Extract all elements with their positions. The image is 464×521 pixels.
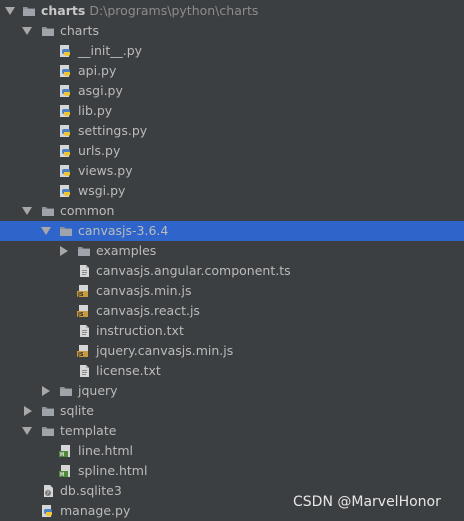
tree-row-file[interactable]: license.txt [0, 361, 464, 381]
folder-label: common [60, 203, 115, 218]
folder-icon [41, 424, 55, 438]
folder-icon [41, 204, 55, 218]
tree-row-file[interactable]: canvasjs.angular.component.ts [0, 261, 464, 281]
file-label: jquery.canvasjs.min.js [96, 343, 234, 358]
file-label: __init__.py [78, 43, 143, 58]
tree-row-canvasjs-folder[interactable]: canvasjs-3.6.4 [0, 221, 464, 241]
tree-row-common-folder[interactable]: common [0, 201, 464, 221]
python-file-icon [59, 124, 73, 138]
tree-row-sqlite-folder[interactable]: sqlite [0, 401, 464, 421]
folder-label: jquery [78, 383, 118, 398]
file-label: db.sqlite3 [60, 483, 122, 498]
chevron-down-icon[interactable] [5, 7, 15, 15]
chevron-down-icon[interactable] [22, 427, 32, 435]
python-file-icon [59, 44, 73, 58]
python-file-icon [59, 184, 73, 198]
tree-row-file[interactable]: settings.py [0, 121, 464, 141]
tree-row-charts-folder[interactable]: charts [0, 21, 464, 41]
database-file-icon [41, 484, 55, 498]
tree-row-file[interactable]: canvasjs.react.js [0, 301, 464, 321]
folder-icon [22, 4, 36, 18]
file-label: views.py [78, 163, 133, 178]
file-label: canvasjs.react.js [96, 303, 200, 318]
tree-row-file[interactable]: canvasjs.min.js [0, 281, 464, 301]
python-file-icon [59, 84, 73, 98]
file-label: lib.py [78, 103, 113, 118]
folder-icon [41, 24, 55, 38]
tree-row-file[interactable]: api.py [0, 61, 464, 81]
file-label: urls.py [78, 143, 121, 158]
chevron-right-icon[interactable] [60, 246, 68, 256]
folder-label: template [60, 423, 117, 438]
python-file-icon [59, 104, 73, 118]
file-label: settings.py [78, 123, 148, 138]
text-file-icon [77, 364, 91, 378]
tree-row-file[interactable]: asgi.py [0, 81, 464, 101]
python-file-icon [59, 164, 73, 178]
html-file-icon [59, 444, 73, 458]
chevron-right-icon[interactable] [24, 406, 32, 416]
tree-row-file[interactable]: wsgi.py [0, 181, 464, 201]
python-file-icon [59, 144, 73, 158]
file-label: asgi.py [78, 83, 123, 98]
tree-row-file[interactable]: __init__.py [0, 41, 464, 61]
tree-row-file[interactable]: line.html [0, 441, 464, 461]
tree-row-root[interactable]: charts D:\programs\python\charts [0, 1, 464, 21]
html-file-icon [59, 464, 73, 478]
file-label: manage.py [60, 503, 131, 518]
javascript-file-icon [77, 284, 91, 298]
file-label: canvasjs.min.js [96, 283, 192, 298]
project-tree: charts D:\programs\python\charts charts _… [0, 0, 464, 521]
tree-row-examples-folder[interactable]: examples [0, 241, 464, 261]
file-label: api.py [78, 63, 117, 78]
tree-row-file[interactable]: views.py [0, 161, 464, 181]
python-file-icon [59, 64, 73, 78]
tree-row-file[interactable]: spline.html [0, 461, 464, 481]
tree-row-file[interactable]: instruction.txt [0, 321, 464, 341]
javascript-file-icon [77, 344, 91, 358]
file-label: wsgi.py [78, 183, 126, 198]
folder-label: charts [60, 23, 100, 38]
file-label: license.txt [96, 363, 161, 378]
tree-row-file[interactable]: urls.py [0, 141, 464, 161]
folder-label: examples [96, 243, 157, 258]
folder-icon [41, 404, 55, 418]
folder-icon [59, 384, 73, 398]
chevron-down-icon[interactable] [41, 227, 51, 235]
tree-row-template-folder[interactable]: template [0, 421, 464, 441]
file-label: instruction.txt [96, 323, 184, 338]
file-label: canvasjs.angular.component.ts [96, 263, 291, 278]
typescript-file-icon [77, 264, 91, 278]
tree-row-file[interactable]: jquery.canvasjs.min.js [0, 341, 464, 361]
watermark: CSDN @MarvelHonor [293, 494, 441, 510]
folder-label: sqlite [60, 403, 94, 418]
tree-row-jquery-folder[interactable]: jquery [0, 381, 464, 401]
chevron-down-icon[interactable] [22, 207, 32, 215]
folder-icon [59, 224, 73, 238]
chevron-right-icon[interactable] [42, 386, 50, 396]
tree-row-file[interactable]: lib.py [0, 101, 464, 121]
file-label: line.html [78, 443, 134, 458]
python-file-icon [41, 504, 55, 518]
file-label: spline.html [78, 463, 148, 478]
chevron-down-icon[interactable] [22, 27, 32, 35]
javascript-file-icon [77, 304, 91, 318]
root-folder-label: charts D:\programs\python\charts [41, 3, 259, 18]
folder-icon [77, 244, 91, 258]
text-file-icon [77, 324, 91, 338]
folder-label: canvasjs-3.6.4 [78, 223, 169, 238]
